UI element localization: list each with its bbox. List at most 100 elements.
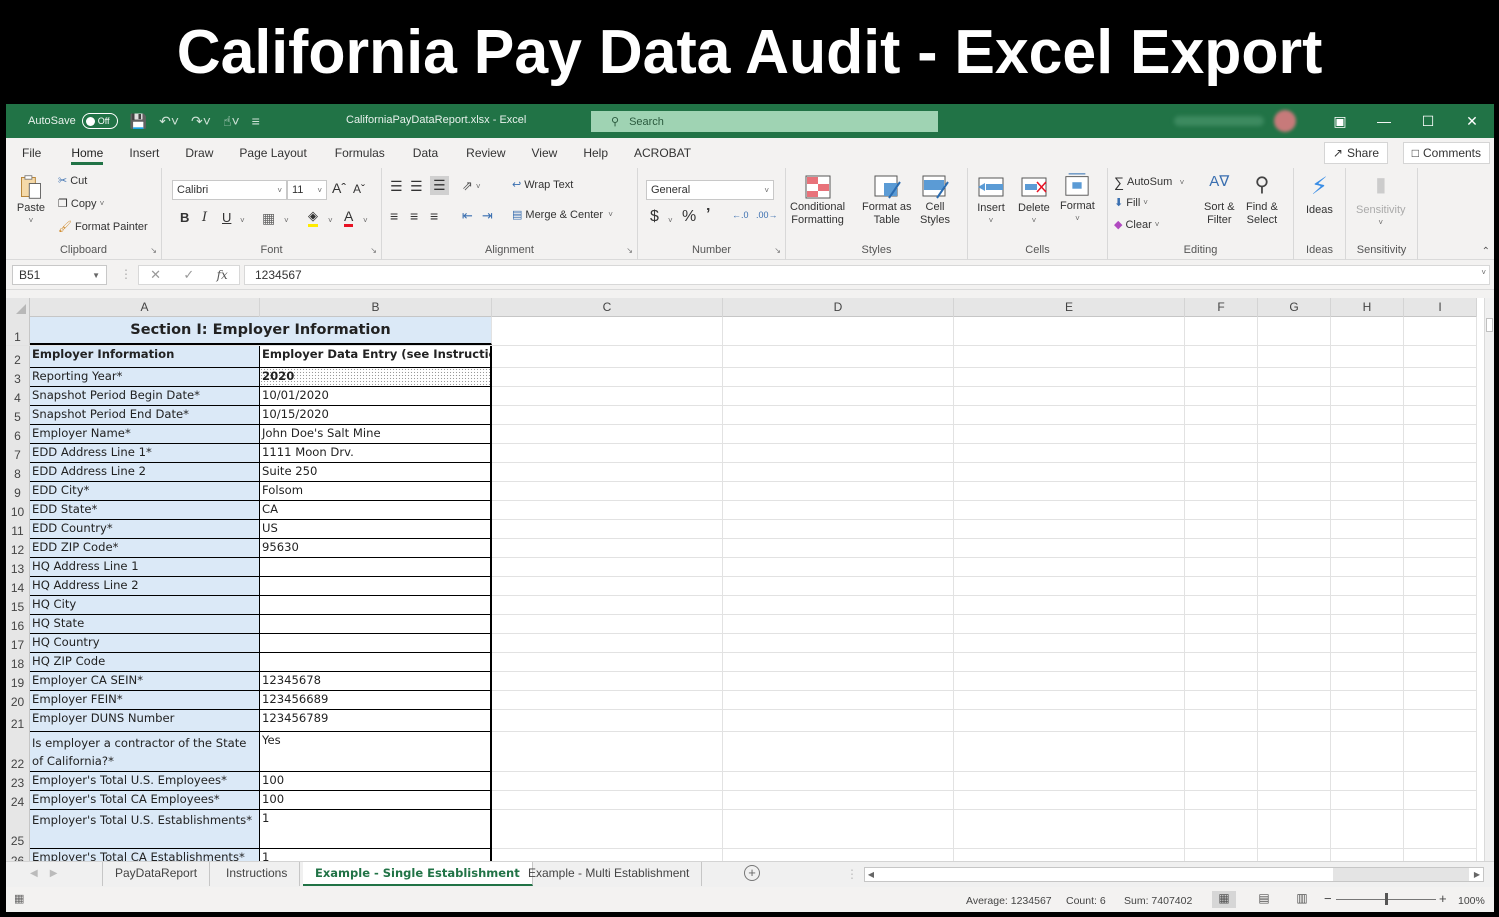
align-left-icon[interactable]: ≡	[390, 208, 398, 224]
empty-cell[interactable]	[1331, 672, 1404, 691]
row-header[interactable]: 21	[6, 710, 30, 732]
empty-cell[interactable]	[492, 653, 723, 672]
row-header[interactable]: 20	[6, 691, 30, 710]
field-label-cell[interactable]: EDD Address Line 1*	[30, 444, 260, 463]
comma-button[interactable]: ’	[706, 206, 710, 224]
select-all-button[interactable]	[6, 298, 30, 317]
row-header[interactable]: 5	[6, 406, 30, 425]
formula-bar-splitter[interactable]: ⋮	[120, 267, 132, 281]
empty-cell[interactable]	[1185, 810, 1258, 849]
row-header[interactable]: 18	[6, 653, 30, 672]
empty-cell[interactable]	[1331, 501, 1404, 520]
field-value-cell[interactable]: Suite 250	[260, 463, 492, 482]
number-format-select[interactable]: General ˅	[646, 180, 774, 200]
empty-cell[interactable]	[492, 482, 723, 501]
empty-cell[interactable]	[1185, 444, 1258, 463]
field-value-cell[interactable]	[260, 634, 492, 653]
field-label-cell[interactable]: Employer Name*	[30, 425, 260, 444]
empty-cell[interactable]	[1258, 406, 1331, 425]
empty-cell[interactable]	[1258, 482, 1331, 501]
zoom-in-icon[interactable]: +	[1439, 891, 1447, 906]
wrap-text-button[interactable]: ↩ Wrap Text	[512, 178, 573, 192]
empty-cell[interactable]	[1258, 387, 1331, 406]
empty-cell[interactable]	[1258, 444, 1331, 463]
sheet-tab-instructions[interactable]: Instructions	[214, 862, 301, 886]
decrease-indent-icon[interactable]: ⇤	[462, 208, 473, 224]
empty-cell[interactable]	[723, 634, 954, 653]
empty-cell[interactable]	[1185, 317, 1258, 345]
autosave-toggle[interactable]: Off	[81, 113, 118, 129]
empty-cell[interactable]	[1185, 520, 1258, 539]
empty-cell[interactable]	[723, 672, 954, 691]
align-bottom-icon[interactable]: ☰	[430, 176, 449, 195]
font-color-dropdown-icon[interactable]: ˅	[363, 216, 368, 225]
empty-cell[interactable]	[954, 444, 1185, 463]
empty-cell[interactable]	[1404, 653, 1477, 672]
cell-styles-button[interactable]: Cell Styles	[920, 174, 950, 226]
empty-cell[interactable]	[954, 317, 1185, 345]
field-value-cell[interactable]: 95630	[260, 539, 492, 558]
empty-cell[interactable]	[1404, 558, 1477, 577]
underline-button[interactable]: U	[222, 210, 231, 225]
minimize-icon[interactable]: —	[1362, 113, 1406, 129]
empty-cell[interactable]	[1185, 732, 1258, 772]
field-label-cell[interactable]: Employer's Total U.S. Establishments*	[30, 810, 260, 849]
increase-font-size-icon[interactable]: Aˆ	[332, 180, 346, 196]
empty-cell[interactable]	[1185, 368, 1258, 387]
empty-cell[interactable]	[1185, 791, 1258, 810]
fill-color-icon[interactable]: ◈	[308, 208, 318, 227]
empty-cell[interactable]	[1404, 672, 1477, 691]
tab-data[interactable]: Data	[413, 138, 438, 168]
empty-cell[interactable]	[1331, 634, 1404, 653]
column-header[interactable]: D	[723, 298, 954, 317]
empty-cell[interactable]	[954, 772, 1185, 791]
sheet-tab-example-single[interactable]: Example - Single Establishment	[303, 862, 533, 886]
empty-cell[interactable]	[492, 634, 723, 653]
empty-cell[interactable]	[1258, 463, 1331, 482]
redo-icon[interactable]: ↷˅	[191, 113, 211, 130]
empty-cell[interactable]	[1331, 710, 1404, 732]
empty-cell[interactable]	[723, 691, 954, 710]
empty-cell[interactable]	[723, 772, 954, 791]
scroll-right-icon[interactable]: ▶	[1471, 868, 1483, 881]
tab-splitter[interactable]: ⋮	[846, 867, 858, 881]
row-header[interactable]: 15	[6, 596, 30, 615]
empty-cell[interactable]	[1331, 444, 1404, 463]
row-header[interactable]: 1	[6, 317, 30, 345]
empty-cell[interactable]	[723, 501, 954, 520]
column-header[interactable]: B	[260, 298, 492, 317]
collapse-ribbon-icon[interactable]: ⌃	[1482, 246, 1490, 257]
empty-cell[interactable]	[1331, 387, 1404, 406]
row-header[interactable]: 23	[6, 772, 30, 791]
borders-icon[interactable]: ▦	[262, 210, 275, 227]
bold-button[interactable]: B	[180, 210, 189, 225]
empty-cell[interactable]	[1185, 406, 1258, 425]
worksheet-grid[interactable]: A B C D E F G H I 1 Section I: Employer I…	[6, 298, 1494, 869]
clear-button[interactable]: ◆ Clear ˅	[1114, 218, 1159, 232]
row-header[interactable]: 19	[6, 672, 30, 691]
empty-cell[interactable]	[1404, 710, 1477, 732]
section-title-cell[interactable]: Section I: Employer Information	[30, 317, 492, 345]
empty-cell[interactable]	[723, 463, 954, 482]
empty-cell[interactable]	[1258, 615, 1331, 634]
scroll-thumb[interactable]	[1486, 318, 1493, 332]
align-center-icon[interactable]: ≡	[410, 208, 418, 224]
field-value-cell[interactable]: 100	[260, 791, 492, 810]
empty-cell[interactable]	[1258, 732, 1331, 772]
empty-cell[interactable]	[1185, 653, 1258, 672]
font-color-icon[interactable]: A	[344, 208, 354, 227]
empty-cell[interactable]	[492, 772, 723, 791]
find-select-button[interactable]: ⚲ Find & Select	[1246, 172, 1278, 226]
decrease-font-size-icon[interactable]: Aˇ	[353, 182, 365, 196]
column-header[interactable]: H	[1331, 298, 1404, 317]
empty-cell[interactable]	[1185, 482, 1258, 501]
field-value-cell[interactable]: 123456789	[260, 710, 492, 732]
empty-cell[interactable]	[1404, 691, 1477, 710]
tab-insert[interactable]: Insert	[129, 138, 159, 168]
row-header[interactable]: 6	[6, 425, 30, 444]
column-header[interactable]: C	[492, 298, 723, 317]
empty-cell[interactable]	[723, 482, 954, 501]
sensitivity-button[interactable]: ▮ Sensitivity ˅	[1356, 172, 1406, 227]
empty-cell[interactable]	[492, 672, 723, 691]
empty-cell[interactable]	[723, 520, 954, 539]
